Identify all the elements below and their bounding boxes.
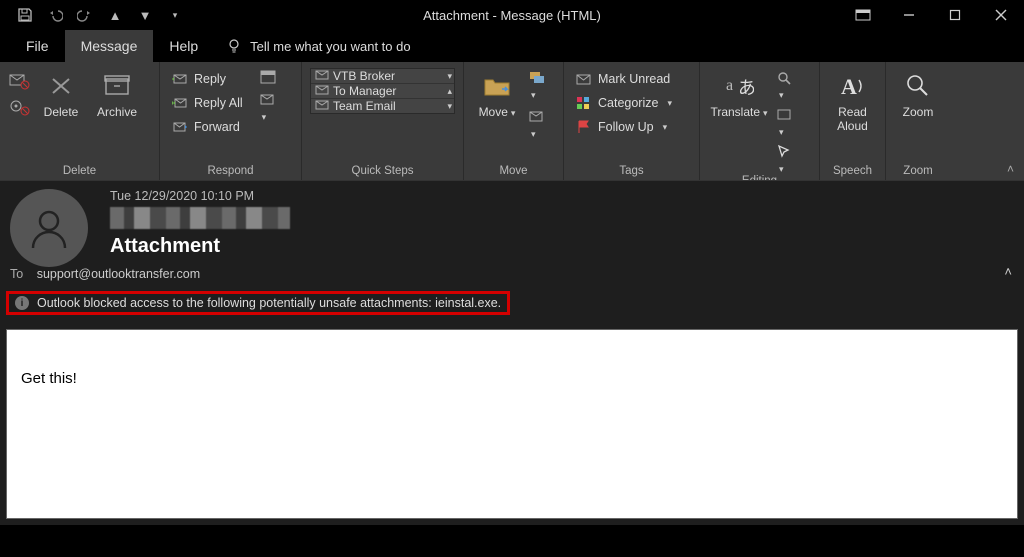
svg-text:A: A [841, 74, 857, 99]
undo-icon[interactable] [46, 6, 64, 24]
ribbon-tabs: File Message Help Tell me what you want … [0, 30, 1024, 62]
categorize-icon [576, 95, 592, 111]
envelope-icon [576, 71, 592, 87]
info-bar-area: i Outlook blocked access to the followin… [0, 287, 1024, 323]
delete-button[interactable]: Delete [36, 66, 86, 119]
group-quick-steps: VTB Broker ▾ To Manager ▴ Team Email ▾ Q… [302, 62, 464, 180]
down-arrow-icon[interactable]: ▼ [136, 6, 154, 24]
junk-icon[interactable] [8, 98, 30, 116]
message-subject: Attachment [110, 235, 1014, 258]
group-zoom: Zoom Zoom [886, 62, 950, 180]
message-body-area: Get this! [0, 323, 1024, 525]
lightbulb-icon [226, 38, 242, 54]
message-body[interactable]: Get this! [6, 329, 1018, 519]
info-bar-text: Outlook blocked access to the following … [37, 296, 501, 310]
info-icon: i [15, 296, 29, 310]
blocked-attachment-infobar[interactable]: i Outlook blocked access to the followin… [9, 294, 507, 312]
tab-file[interactable]: File [10, 30, 65, 62]
reply-all-button[interactable]: Reply All [168, 92, 247, 114]
group-label-delete: Delete [8, 162, 151, 180]
select-icon[interactable] [776, 144, 794, 175]
tab-help[interactable]: Help [153, 30, 214, 62]
group-label-speech: Speech [828, 162, 877, 180]
mail-icon [315, 99, 329, 113]
ribbon-display-options-icon[interactable] [840, 0, 886, 30]
save-icon[interactable] [16, 6, 34, 24]
to-value: support@outlooktransfer.com [37, 267, 200, 281]
minimize-button[interactable] [886, 0, 932, 30]
ribbon: Delete Archive Delete Reply Reply All [0, 62, 1024, 180]
categorize-button[interactable]: Categorize [572, 92, 676, 114]
avatar [10, 189, 88, 267]
related-icon[interactable] [776, 107, 794, 138]
group-label-respond: Respond [168, 162, 293, 180]
message-header: Tue 12/29/2020 10:10 PM Attachment To su… [0, 180, 1024, 287]
group-tags: Mark Unread Categorize Follow Up Tags ◢ [564, 62, 700, 180]
to-label: To [10, 267, 23, 281]
quick-step-item[interactable]: VTB Broker ▾ [311, 69, 454, 83]
redo-icon[interactable] [76, 6, 94, 24]
close-button[interactable] [978, 0, 1024, 30]
quick-step-item[interactable]: Team Email ▾ [311, 98, 454, 113]
qat-customize-icon[interactable]: ▾ [166, 6, 184, 24]
svg-text:a: a [726, 77, 733, 94]
archive-icon [101, 70, 133, 102]
svg-text:あ: あ [738, 78, 754, 98]
quick-steps-gallery[interactable]: VTB Broker ▾ To Manager ▴ Team Email ▾ [310, 68, 455, 114]
forward-icon [172, 119, 188, 135]
group-speech: A Read Aloud Speech [820, 62, 886, 180]
zoom-button[interactable]: Zoom [894, 66, 942, 119]
mail-icon [315, 84, 329, 98]
up-arrow-icon[interactable]: ▲ [106, 6, 124, 24]
message-sender-redacted [110, 207, 290, 229]
actions-icon[interactable] [528, 109, 546, 140]
translate-button[interactable]: aあ Translate [708, 66, 770, 120]
group-label-tags: Tags [572, 162, 691, 180]
maximize-button[interactable] [932, 0, 978, 30]
more-respond-icon[interactable] [259, 92, 279, 123]
message-date: Tue 12/29/2020 10:10 PM [110, 189, 1014, 203]
group-move: Move Move [464, 62, 564, 180]
group-label-move: Move [472, 162, 555, 180]
read-aloud-icon: A [837, 70, 869, 102]
trash-icon [45, 70, 77, 102]
tell-me-search[interactable]: Tell me what you want to do [214, 30, 422, 62]
window-title: Attachment - Message (HTML) [184, 8, 840, 23]
expand-header-icon[interactable]: ˄ [1004, 264, 1012, 279]
folder-move-icon [481, 70, 513, 102]
mail-icon [315, 69, 329, 83]
title-bar: ▲ ▼ ▾ Attachment - Message (HTML) [0, 0, 1024, 30]
meeting-icon[interactable] [259, 68, 279, 86]
zoom-icon [902, 70, 934, 102]
read-aloud-button[interactable]: A Read Aloud [828, 66, 877, 133]
collapse-ribbon-icon[interactable]: ˄ [1007, 162, 1014, 176]
forward-button[interactable]: Forward [168, 116, 247, 138]
archive-button[interactable]: Archive [92, 66, 142, 119]
group-editing: aあ Translate Editing [700, 62, 820, 180]
move-button[interactable]: Move [472, 66, 522, 120]
group-delete: Delete Archive Delete [0, 62, 160, 180]
tell-me-label: Tell me what you want to do [250, 39, 410, 54]
reply-icon [172, 71, 188, 87]
info-bar-highlight: i Outlook blocked access to the followin… [6, 291, 510, 315]
message-recipients: To support@outlooktransfer.com [10, 267, 1014, 281]
group-label-quicksteps: Quick Steps [310, 162, 455, 180]
window-controls [840, 0, 1024, 30]
ignore-icon[interactable] [8, 72, 30, 90]
reply-all-icon [172, 95, 188, 111]
follow-up-button[interactable]: Follow Up [572, 116, 676, 138]
quick-step-item[interactable]: To Manager ▴ [311, 83, 454, 98]
find-icon[interactable] [776, 70, 794, 101]
group-label-zoom: Zoom [894, 162, 942, 180]
flag-icon [576, 119, 592, 135]
reply-button[interactable]: Reply [168, 68, 247, 90]
translate-icon: aあ [723, 70, 755, 102]
group-respond: Reply Reply All Forward Respond [160, 62, 302, 180]
mark-unread-button[interactable]: Mark Unread [572, 68, 676, 90]
tab-message[interactable]: Message [65, 30, 154, 62]
rules-icon[interactable] [528, 70, 546, 101]
body-text: Get this! [21, 370, 77, 387]
quick-access-toolbar: ▲ ▼ ▾ [0, 6, 184, 24]
